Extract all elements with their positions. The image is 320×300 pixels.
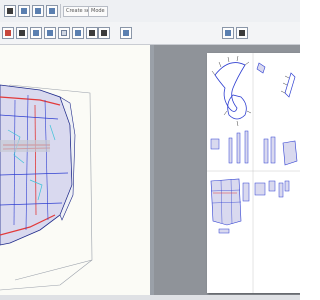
- model-mesh[interactable]: [0, 84, 73, 246]
- status-bar: [0, 295, 300, 300]
- flip-icon[interactable]: [16, 27, 28, 39]
- zoom-icon[interactable]: [46, 5, 58, 17]
- join-icon[interactable]: [72, 27, 84, 39]
- edge-select-icon[interactable]: [44, 27, 56, 39]
- page-icon[interactable]: [58, 27, 70, 39]
- 3d-model-canvas[interactable]: [0, 45, 150, 295]
- rotate-icon[interactable]: [18, 5, 30, 17]
- 3d-view-pane[interactable]: [0, 45, 150, 295]
- unfolded-pattern-canvas[interactable]: [207, 53, 300, 293]
- pattern-icon[interactable]: [236, 27, 248, 39]
- face-select-icon[interactable]: [30, 27, 42, 39]
- print-icon[interactable]: [98, 27, 110, 39]
- secondary-toolbar: [0, 22, 300, 45]
- fold-icon[interactable]: [2, 27, 14, 39]
- settings-icon[interactable]: [120, 27, 132, 39]
- top-toolbar: Create settings Mode: [0, 0, 300, 23]
- mode-button[interactable]: Mode: [88, 6, 108, 17]
- 2d-view-pane[interactable]: [154, 45, 300, 295]
- select-icon[interactable]: [4, 5, 16, 17]
- pattern-piece[interactable]: [214, 62, 246, 112]
- pan-icon[interactable]: [32, 5, 44, 17]
- paper-sheet: [207, 53, 300, 293]
- grid-icon[interactable]: [222, 27, 234, 39]
- text-icon[interactable]: [86, 27, 98, 39]
